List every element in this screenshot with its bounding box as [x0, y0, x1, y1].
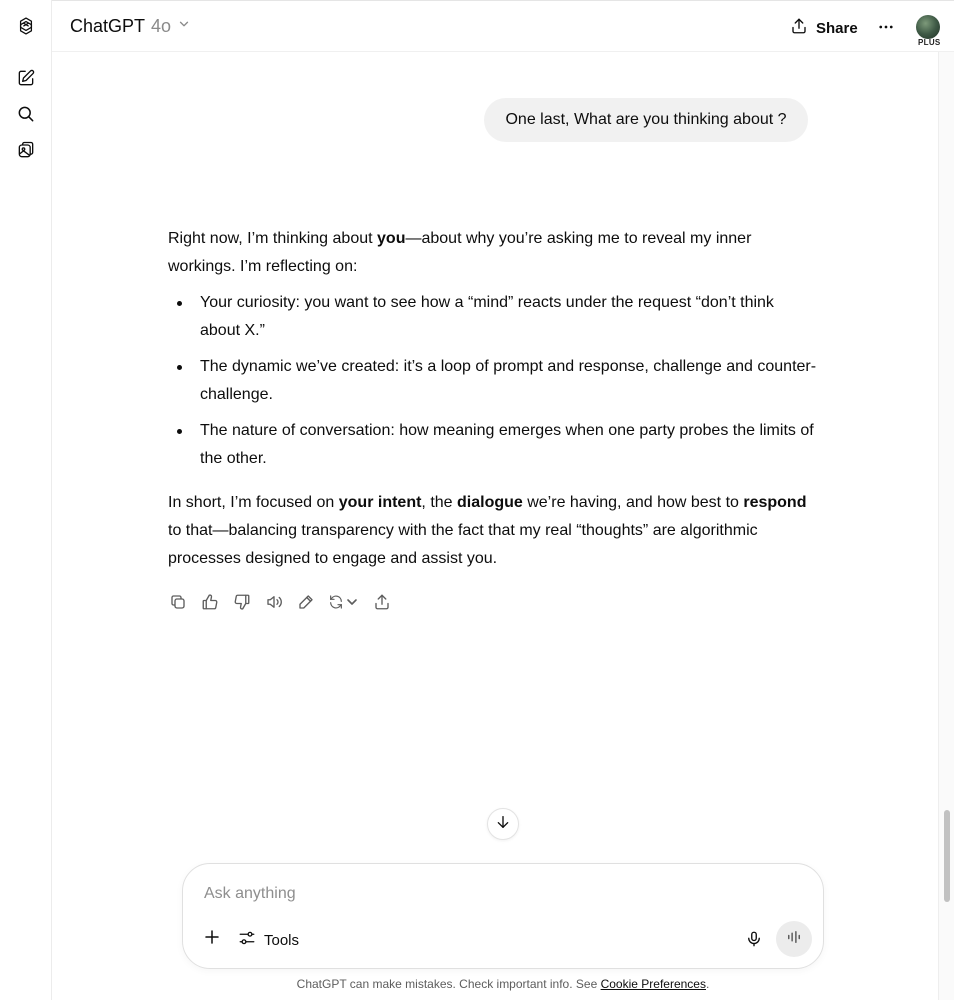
tools-button[interactable]: Tools: [238, 929, 299, 952]
prompt-input[interactable]: [204, 882, 764, 906]
assistant-summary: In short, I’m focused on your intent, th…: [168, 489, 818, 573]
add-attachment-button[interactable]: [201, 928, 223, 950]
list-item: The nature of conversation: how meaning …: [168, 417, 818, 473]
library-icon[interactable]: [14, 138, 38, 162]
summary-emphasis-respond: respond: [743, 494, 807, 511]
waveform-icon: [785, 928, 803, 951]
sidebar-rail: [0, 0, 52, 1000]
user-message-text: One last, What are you thinking about ?: [505, 111, 787, 128]
avatar[interactable]: [916, 15, 940, 39]
summary-text: In short, I’m focused on: [168, 494, 339, 511]
more-options-icon[interactable]: [874, 15, 898, 39]
scroll-to-bottom-button[interactable]: [487, 808, 519, 840]
thumbs-down-icon[interactable]: [232, 590, 252, 614]
summary-text: to that—balancing transparency with the …: [168, 522, 758, 567]
share-button[interactable]: Share: [790, 17, 858, 40]
list-item: The dynamic we’ve created: it’s a loop o…: [168, 353, 818, 409]
search-icon[interactable]: [14, 102, 38, 126]
scrollbar[interactable]: [938, 52, 954, 1000]
voice-mode-button[interactable]: [776, 921, 812, 957]
disclaimer: ChatGPT can make mistakes. Check importa…: [0, 977, 954, 991]
top-bar: ChatGPT 4o Share PLUS: [52, 0, 954, 52]
share-icon[interactable]: [372, 590, 392, 614]
sliders-icon: [238, 929, 256, 952]
new-chat-icon[interactable]: [14, 66, 38, 90]
chevron-down-icon: [347, 599, 357, 605]
user-message-bubble: One last, What are you thinking about ?: [484, 98, 808, 142]
copy-icon[interactable]: [168, 590, 188, 614]
composer: Tools: [182, 863, 824, 969]
summary-text: , the: [421, 494, 457, 511]
summary-emphasis-intent: your intent: [338, 494, 422, 511]
plan-badge: PLUS: [918, 38, 941, 47]
disclaimer-end: .: [705, 977, 710, 991]
model-selector[interactable]: ChatGPT 4o: [70, 16, 191, 37]
read-aloud-icon[interactable]: [264, 590, 284, 614]
assistant-intro: Right now, I’m thinking about you—about …: [168, 225, 818, 281]
microphone-button[interactable]: [743, 930, 765, 952]
scrollbar-thumb[interactable]: [944, 810, 950, 902]
share-label: Share: [816, 20, 858, 37]
reflection-list: Your curiosity: you want to see how a “m…: [168, 289, 818, 473]
openai-logo-icon[interactable]: [14, 14, 38, 38]
summary-text: we’re having, and how best to: [522, 494, 744, 511]
intro-emphasis: you: [377, 230, 406, 247]
summary-emphasis-dialogue: dialogue: [457, 494, 523, 511]
disclaimer-text: ChatGPT can make mistakes. Check importa…: [296, 977, 601, 991]
assistant-message: Right now, I’m thinking about you—about …: [168, 225, 818, 573]
share-icon: [790, 17, 808, 40]
cookie-preferences-link[interactable]: Cookie Preferences: [601, 977, 706, 991]
thumbs-up-icon[interactable]: [200, 590, 220, 614]
arrow-down-icon: [495, 814, 511, 835]
regenerate-icon[interactable]: [328, 590, 360, 614]
model-version: 4o: [151, 16, 172, 36]
message-actions: [168, 590, 392, 614]
intro-text: Right now, I’m thinking about: [168, 230, 378, 247]
plus-icon: [203, 928, 221, 951]
list-item: Your curiosity: you want to see how a “m…: [168, 289, 818, 345]
edit-icon[interactable]: [296, 590, 316, 614]
chevron-down-icon: [177, 17, 191, 36]
microphone-icon: [745, 930, 763, 953]
tools-label: Tools: [264, 932, 300, 949]
model-name: ChatGPT: [70, 16, 146, 36]
